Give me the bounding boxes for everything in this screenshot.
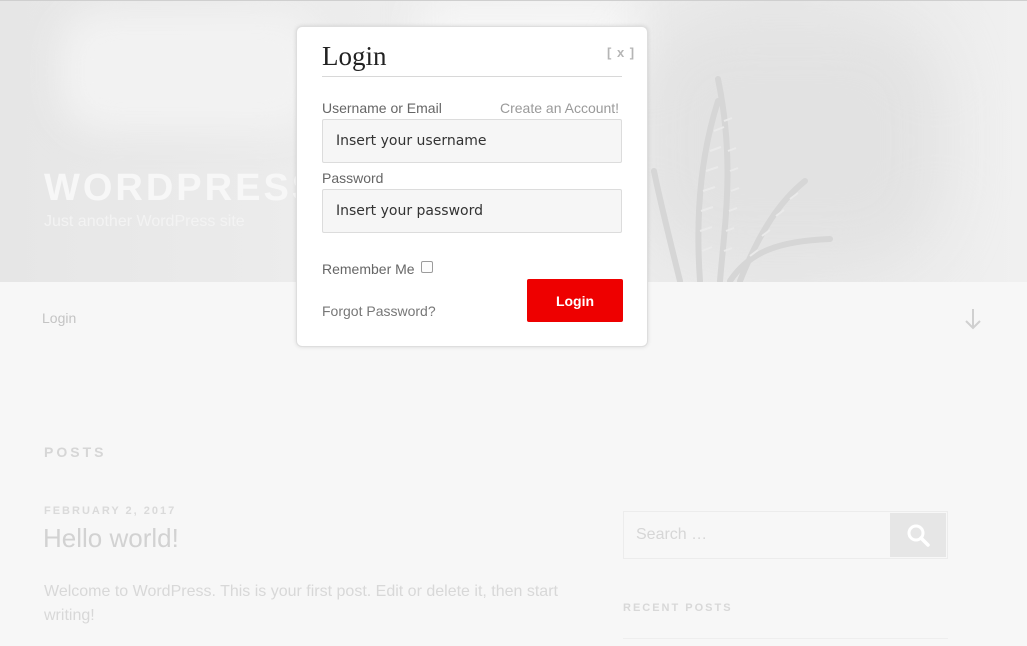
hero-bg-blur <box>60 11 320 131</box>
username-field[interactable]: Insert your username <box>322 119 622 163</box>
login-button[interactable]: Login <box>527 279 623 322</box>
create-account-link[interactable]: Create an Account! <box>500 100 619 116</box>
password-label: Password <box>322 170 384 186</box>
posts-section-heading: POSTS <box>44 444 107 460</box>
remember-me-label: Remember Me <box>322 261 415 277</box>
modal-title: Login <box>322 41 387 71</box>
remember-me-checkbox[interactable] <box>421 261 433 273</box>
divider <box>623 638 948 639</box>
search-icon <box>907 524 930 547</box>
arrow-down-svg <box>965 309 981 330</box>
nav-login-link[interactable]: Login <box>42 310 76 326</box>
post-excerpt: Welcome to WordPress. This is your first… <box>44 583 558 624</box>
close-button[interactable]: [ x ] <box>607 45 635 60</box>
search-form: Search … <box>623 511 948 559</box>
post-title[interactable]: Hello world! <box>43 523 179 554</box>
search-input[interactable]: Search … <box>636 526 707 544</box>
plant-image <box>651 76 833 282</box>
search-button[interactable] <box>890 513 946 557</box>
username-label: Username or Email <box>322 100 442 116</box>
site-tagline: Just another WordPress site <box>44 213 245 230</box>
arrow-down-icon[interactable] <box>963 307 983 337</box>
login-modal: Login [ x ] Username or Email Create an … <box>296 26 648 347</box>
divider <box>322 76 622 77</box>
site-title[interactable]: WORDPRESS <box>44 167 320 210</box>
recent-posts-heading: RECENT POSTS <box>623 602 733 614</box>
password-field[interactable]: Insert your password <box>322 189 622 233</box>
forgot-password-link[interactable]: Forgot Password? <box>322 303 436 319</box>
post-date[interactable]: FEBRUARY 2, 2017 <box>44 505 176 517</box>
